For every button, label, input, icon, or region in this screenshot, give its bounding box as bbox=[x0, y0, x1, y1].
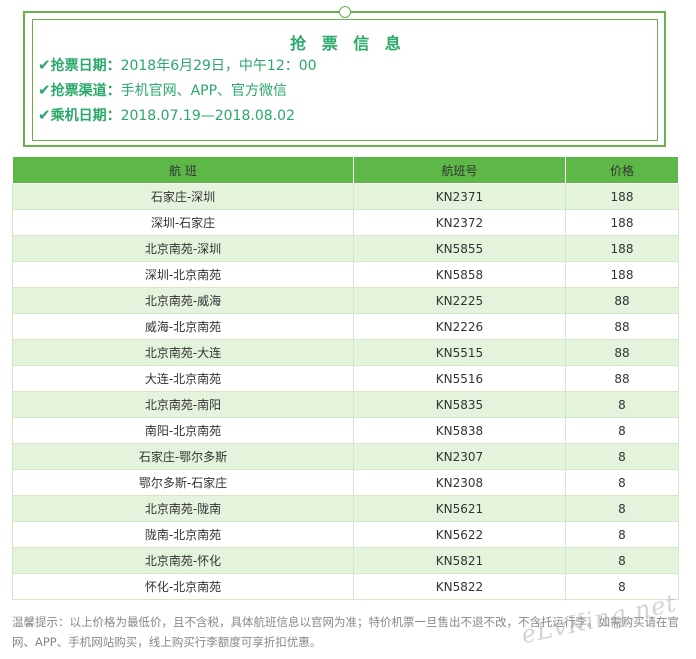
table-row: 陇南-北京南苑 KN5622 8 bbox=[12, 521, 679, 548]
table-row: 深圳-石家庄 KN2372 188 bbox=[12, 209, 679, 236]
info-title: 抢 票 信 息 bbox=[290, 34, 406, 53]
cell-flight-number: KN5835 bbox=[353, 391, 566, 418]
cell-route: 怀化-北京南苑 bbox=[12, 573, 354, 600]
flight-price-table: 航 班 航班号 价格 石家庄-深圳 KN2371 188 深圳-石家庄 KN2372 18… bbox=[12, 156, 679, 600]
cell-flight-number: KN5838 bbox=[353, 417, 566, 444]
cell-price: 8 bbox=[565, 547, 679, 574]
cell-flight-number: KN2372 bbox=[353, 209, 566, 236]
cell-route: 深圳-石家庄 bbox=[12, 209, 354, 236]
cell-flight-number: KN5822 bbox=[353, 573, 566, 600]
header-price: 价格 bbox=[565, 156, 679, 184]
table-row: 北京南苑-威海 KN2225 88 bbox=[12, 287, 679, 314]
cell-price: 188 bbox=[565, 209, 679, 236]
info-value: 手机官网、APP、官方微信 bbox=[120, 83, 288, 99]
cell-route: 北京南苑-陇南 bbox=[12, 495, 354, 522]
cell-price: 88 bbox=[565, 365, 679, 392]
cell-price: 188 bbox=[565, 235, 679, 262]
cell-price: 8 bbox=[565, 391, 679, 418]
cell-flight-number: KN5516 bbox=[353, 365, 566, 392]
cell-flight-number: KN5858 bbox=[353, 261, 566, 288]
cell-price: 8 bbox=[565, 469, 679, 496]
cell-route: 大连-北京南苑 bbox=[12, 365, 354, 392]
cell-route: 威海-北京南苑 bbox=[12, 313, 354, 340]
check-icon: ✔ bbox=[38, 81, 51, 99]
table-row: 深圳-北京南苑 KN5858 188 bbox=[12, 261, 679, 288]
cell-route: 陇南-北京南苑 bbox=[12, 521, 354, 548]
info-line-booking-channel: ✔抢票渠道：手机官网、APP、官方微信 bbox=[38, 80, 287, 100]
cell-price: 188 bbox=[565, 261, 679, 288]
cell-price: 8 bbox=[565, 521, 679, 548]
cell-price: 88 bbox=[565, 287, 679, 314]
cell-route: 北京南苑-威海 bbox=[12, 287, 354, 314]
table-row: 北京南苑-南阳 KN5835 8 bbox=[12, 391, 679, 418]
cell-route: 北京南苑-怀化 bbox=[12, 547, 354, 574]
info-label: 抢票日期： bbox=[50, 58, 121, 74]
cell-route: 深圳-北京南苑 bbox=[12, 261, 354, 288]
table-row: 鄂尔多斯-石家庄 KN2308 8 bbox=[12, 469, 679, 496]
info-value: 2018.07.19—2018.08.02 bbox=[120, 108, 295, 124]
table-row: 北京南苑-怀化 KN5821 8 bbox=[12, 547, 679, 574]
cell-flight-number: KN5855 bbox=[353, 235, 566, 262]
cell-price: 188 bbox=[565, 183, 679, 210]
check-icon: ✔ bbox=[38, 106, 51, 124]
cell-route: 北京南苑-南阳 bbox=[12, 391, 354, 418]
decorative-circle-icon bbox=[339, 6, 351, 18]
cell-flight-number: KN5515 bbox=[353, 339, 566, 366]
header-route: 航 班 bbox=[12, 156, 354, 184]
info-value: 2018年6月29日，中午12：00 bbox=[120, 58, 317, 74]
table-row: 大连-北京南苑 KN5516 88 bbox=[12, 365, 679, 392]
info-line-booking-date: ✔抢票日期：2018年6月29日，中午12：00 bbox=[38, 55, 317, 75]
cell-route: 鄂尔多斯-石家庄 bbox=[12, 469, 354, 496]
table-row: 怀化-北京南苑 KN5822 8 bbox=[12, 573, 679, 600]
cell-price: 8 bbox=[565, 495, 679, 522]
cell-flight-number: KN5821 bbox=[353, 547, 566, 574]
info-label: 抢票渠道： bbox=[50, 83, 121, 99]
cell-price: 88 bbox=[565, 313, 679, 340]
table-row: 石家庄-鄂尔多斯 KN2307 8 bbox=[12, 443, 679, 470]
cell-price: 8 bbox=[565, 443, 679, 470]
table-row: 威海-北京南苑 KN2226 88 bbox=[12, 313, 679, 340]
table-row: 北京南苑-深圳 KN5855 188 bbox=[12, 235, 679, 262]
table-row: 北京南苑-大连 KN5515 88 bbox=[12, 339, 679, 366]
table-row: 南阳-北京南苑 KN5838 8 bbox=[12, 417, 679, 444]
cell-price: 8 bbox=[565, 417, 679, 444]
check-icon: ✔ bbox=[38, 56, 51, 74]
cell-flight-number: KN2226 bbox=[353, 313, 566, 340]
cell-route: 北京南苑-大连 bbox=[12, 339, 354, 366]
cell-flight-number: KN5621 bbox=[353, 495, 566, 522]
cell-route: 南阳-北京南苑 bbox=[12, 417, 354, 444]
cell-route: 石家庄-鄂尔多斯 bbox=[12, 443, 354, 470]
info-line-travel-date: ✔乘机日期：2018.07.19—2018.08.02 bbox=[38, 105, 295, 125]
cell-flight-number: KN2308 bbox=[353, 469, 566, 496]
cell-price: 88 bbox=[565, 339, 679, 366]
cell-flight-number: KN2307 bbox=[353, 443, 566, 470]
cell-flight-number: KN2225 bbox=[353, 287, 566, 314]
cell-flight-number: KN2371 bbox=[353, 183, 566, 210]
cell-flight-number: KN5622 bbox=[353, 521, 566, 548]
cell-route: 北京南苑-深圳 bbox=[12, 235, 354, 262]
info-label: 乘机日期： bbox=[50, 108, 121, 124]
table-row: 石家庄-深圳 KN2371 188 bbox=[12, 183, 679, 210]
table-row: 北京南苑-陇南 KN5621 8 bbox=[12, 495, 679, 522]
cell-route: 石家庄-深圳 bbox=[12, 183, 354, 210]
table-header-row: 航 班 航班号 价格 bbox=[12, 156, 679, 184]
header-flight-number: 航班号 bbox=[353, 156, 566, 184]
